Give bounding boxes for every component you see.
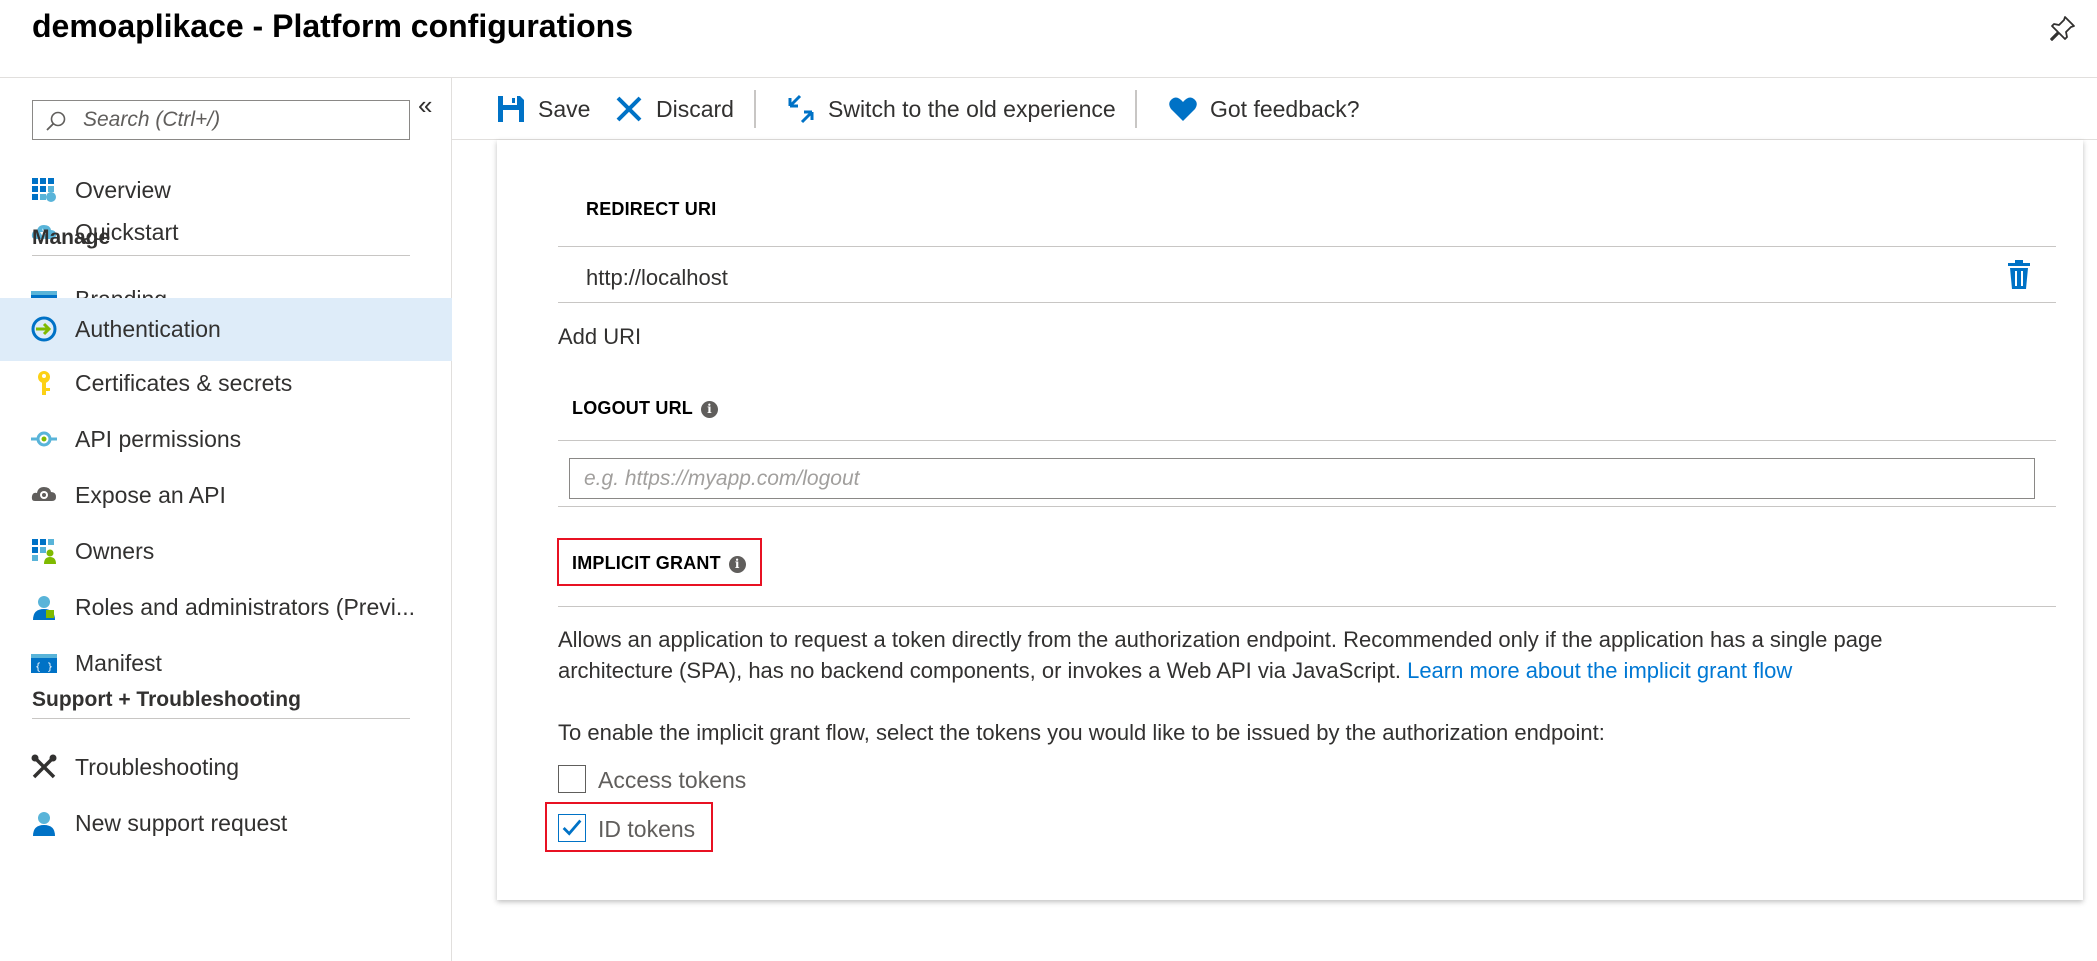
sidebar-item-label: Overview	[75, 176, 171, 203]
sidebar-item-troubleshooting[interactable]: Troubleshooting	[0, 739, 452, 795]
implicit-grant-description: Allows an application to request a token…	[558, 627, 1883, 683]
wrench-icon	[31, 754, 57, 779]
pin-icon[interactable]	[2047, 14, 2077, 44]
sidebar-item-label: Expose an API	[75, 481, 226, 508]
access-tokens-checkbox[interactable]	[558, 765, 586, 793]
switch-arrows-icon	[788, 94, 814, 124]
support-heading: Support + Troubleshooting	[32, 688, 301, 711]
platform-config-card: REDIRECT URI http://localhost Add URI LO…	[497, 140, 2083, 900]
section-divider	[558, 440, 2056, 441]
learn-more-link[interactable]: Learn more about the implicit grant flow	[1407, 658, 1792, 683]
save-button[interactable]: Save	[496, 88, 590, 130]
sidebar-item-label: Troubleshooting	[75, 753, 240, 780]
access-tokens-label[interactable]: Access tokens	[598, 767, 746, 794]
search-input[interactable]	[83, 105, 403, 135]
key-icon	[38, 371, 50, 395]
svg-text:{ }: { }	[35, 662, 53, 673]
table-divider	[558, 246, 2056, 247]
grid-icon	[32, 178, 56, 202]
sidebar-item-label: Manifest	[75, 649, 162, 676]
sidebar-item-label: New support request	[75, 809, 288, 836]
sidebar-item-api-permissions[interactable]: API permissions	[0, 411, 452, 467]
collapse-sidebar-icon[interactable]: «	[418, 90, 432, 121]
support-person-icon	[33, 812, 55, 836]
sidebar-item-authentication[interactable]: Authentication	[0, 298, 452, 361]
close-icon	[616, 96, 642, 122]
owners-icon	[32, 539, 56, 564]
main-content: REDIRECT URI http://localhost Add URI LO…	[452, 140, 2097, 961]
cloud-gear-icon	[31, 487, 56, 501]
sidebar-item-expose-api[interactable]: Expose an API	[0, 467, 452, 523]
sidebar: « Overview Quickstart Manage www Brandin…	[0, 78, 452, 961]
api-permissions-icon	[31, 431, 57, 447]
section-divider	[558, 506, 2056, 507]
redirect-uri-value[interactable]: http://localhost	[586, 262, 728, 293]
section-divider	[32, 718, 410, 719]
roles-icon	[33, 596, 55, 620]
save-icon	[498, 96, 524, 122]
logout-url-input[interactable]	[569, 458, 2035, 499]
enable-instructions: To enable the implicit grant flow, selec…	[558, 720, 1605, 745]
annotation-highlight-box	[557, 538, 762, 586]
annotation-highlight-box	[545, 802, 713, 852]
sidebar-item-label: Authentication	[75, 316, 221, 342]
manifest-icon: { }	[31, 654, 57, 673]
blade-header: demoaplikace - Platform configurations	[0, 0, 2097, 78]
sidebar-item-new-support-request[interactable]: New support request	[0, 795, 452, 851]
add-uri-link[interactable]: Add URI	[558, 321, 641, 352]
sidebar-search[interactable]	[32, 100, 410, 140]
sidebar-item-label: Certificates & secrets	[75, 369, 293, 396]
feedback-button[interactable]: Got feedback?	[1168, 88, 1360, 130]
delete-uri-icon[interactable]	[2006, 260, 2032, 290]
sidebar-item-manifest[interactable]: { } Manifest	[0, 635, 452, 691]
sidebar-item-roles[interactable]: Roles and administrators (Previ...	[0, 579, 452, 635]
table-divider	[558, 302, 2056, 303]
authentication-icon	[31, 316, 57, 342]
sidebar-item-label: API permissions	[75, 425, 242, 452]
switch-experience-button[interactable]: Switch to the old experience	[786, 88, 1116, 130]
info-icon[interactable]: i	[701, 401, 718, 418]
sidebar-item-owners[interactable]: Owners	[0, 523, 452, 579]
sidebar-item-certificates[interactable]: Certificates & secrets	[0, 355, 452, 411]
search-icon	[46, 111, 66, 131]
redirect-uri-heading: REDIRECT URI	[586, 199, 717, 219]
command-bar: Save Discard Switch to the old experienc…	[452, 78, 2097, 140]
page-title: demoaplikace - Platform configurations	[32, 8, 633, 44]
discard-button[interactable]: Discard	[614, 88, 734, 130]
section-divider	[558, 606, 2056, 607]
toolbar-separator	[1135, 90, 1137, 128]
sidebar-item-label: Roles and administrators (Previ...	[75, 593, 416, 620]
section-divider	[32, 255, 410, 256]
heart-icon	[1169, 97, 1197, 121]
manage-heading: Manage	[32, 226, 111, 249]
toolbar-separator	[754, 90, 756, 128]
logout-url-heading: LOGOUT URL i	[572, 398, 718, 419]
sidebar-item-label: Owners	[75, 537, 155, 564]
